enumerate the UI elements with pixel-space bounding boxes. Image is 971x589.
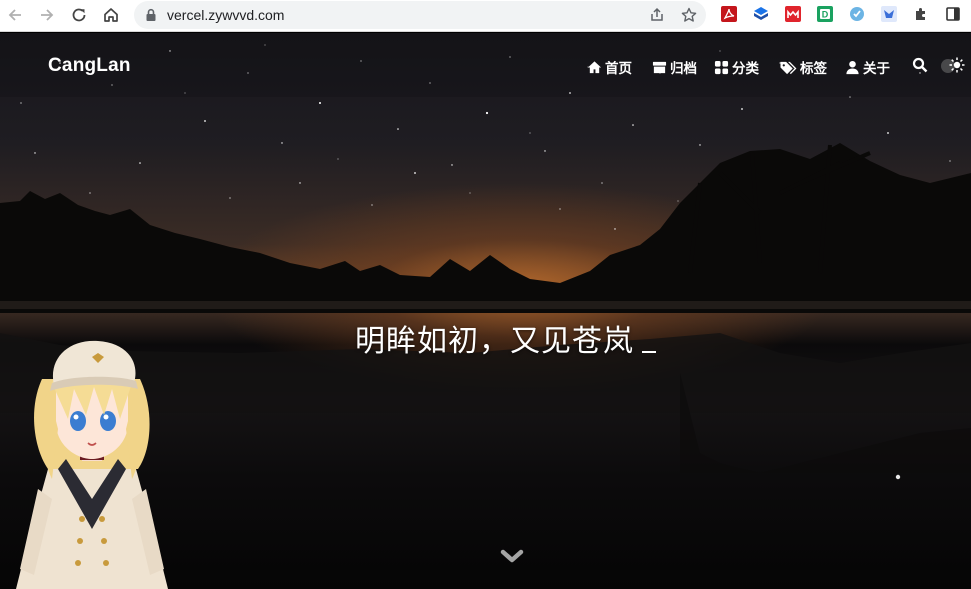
tags-icon [780, 61, 797, 74]
home-outline-icon [104, 8, 118, 22]
lock-icon [146, 8, 156, 21]
reload-button[interactable] [68, 4, 90, 26]
arrow-left-icon [8, 9, 21, 21]
site-brand[interactable]: CangLan [48, 55, 131, 77]
cube-extension-icon[interactable] [753, 6, 769, 22]
nav-categories-label: 分类 [732, 61, 759, 77]
browser-toolbar: vercel.zywvvd.com D [0, 0, 971, 32]
share-icon[interactable] [648, 6, 666, 24]
nav-archive-label: 归档 [670, 61, 697, 77]
user-icon [846, 60, 859, 74]
address-bar[interactable]: vercel.zywvvd.com [134, 1, 706, 29]
url-text: vercel.zywvvd.com [167, 7, 285, 23]
arrow-right-icon [41, 9, 54, 21]
hero-title: 明眸如初，又见苍岚 [355, 316, 656, 360]
hero-section: CangLan 首页 归档 分类 标签 关于 明眸如初，又见苍岚 [0, 33, 971, 589]
theme-toggle-sun-icon[interactable] [949, 57, 965, 73]
nav-home[interactable]: 首页 [587, 57, 632, 77]
typing-cursor [642, 351, 656, 353]
side-panel-icon[interactable] [945, 6, 961, 22]
nav-about-label: 关于 [863, 61, 890, 77]
mendeley-extension-icon[interactable] [785, 6, 801, 22]
nav-home-label: 首页 [605, 61, 632, 77]
search-icon[interactable] [912, 57, 928, 73]
home-icon [587, 60, 602, 73]
nav-archive[interactable]: 归档 [652, 57, 697, 77]
pdf-extension-icon[interactable] [721, 6, 737, 22]
check-extension-icon[interactable] [849, 6, 865, 22]
archive-icon [652, 61, 667, 73]
forward-button[interactable] [36, 4, 58, 26]
reload-icon [72, 8, 86, 22]
svg-text:D: D [822, 10, 829, 20]
chevron-down-icon[interactable] [500, 549, 524, 563]
bird-extension-icon[interactable] [881, 6, 897, 22]
nav-tags-label: 标签 [800, 61, 827, 77]
nav-about[interactable]: 关于 [845, 57, 890, 77]
home-button[interactable] [100, 4, 122, 26]
back-button[interactable] [4, 4, 26, 26]
bookmark-star-icon[interactable] [680, 6, 698, 24]
nav-tags[interactable]: 标签 [779, 57, 827, 77]
d-extension-icon[interactable]: D [817, 6, 833, 22]
nav-categories[interactable]: 分类 [714, 57, 759, 77]
categories-icon [714, 60, 729, 74]
extensions-puzzle-icon[interactable] [913, 6, 929, 22]
live2d-mascot[interactable] [8, 319, 176, 589]
hero-title-text: 明眸如初，又见苍岚 [355, 324, 634, 359]
